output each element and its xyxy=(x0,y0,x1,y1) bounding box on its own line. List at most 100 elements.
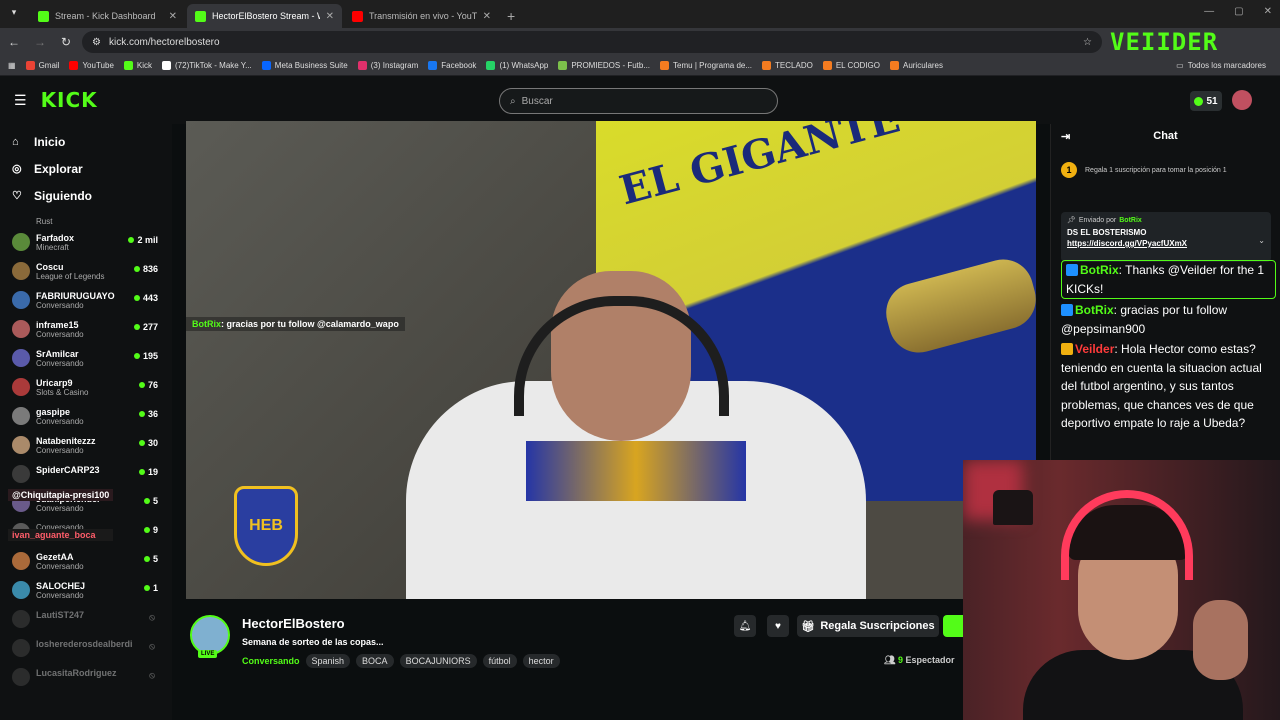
bookmark-label: TECLADO xyxy=(775,61,813,70)
tab-search-icon[interactable]: ▾ xyxy=(6,7,22,23)
offline-icon: ⦸ xyxy=(149,612,155,622)
sidebar-channel[interactable]: SrAmilcar Conversando 195 xyxy=(0,345,172,374)
tab-hectorelbostero[interactable]: HectorElBostero Stream - W ✕ xyxy=(187,4,342,28)
bookmark-temu[interactable]: Temu | Programa de... xyxy=(660,61,752,70)
all-bookmarks[interactable]: ▭ Todos los marcadores xyxy=(1176,61,1266,70)
folder-icon xyxy=(889,61,899,70)
url-text: kick.com/hectorelbostero xyxy=(108,36,220,48)
menu-icon[interactable]: ☰ xyxy=(14,92,27,109)
sidebar-item-siguiendo[interactable]: ♡ Siguiendo xyxy=(0,182,172,209)
channel-viewers: ⦸ xyxy=(149,612,158,623)
channel-category: Rust xyxy=(36,217,53,226)
sidebar-channel[interactable]: gaspipe Conversando 36 xyxy=(0,403,172,432)
chevron-down-icon[interactable]: ⌄ xyxy=(1258,236,1265,245)
streamer-name[interactable]: HectorElBostero xyxy=(242,616,345,631)
sidebar-channel[interactable]: FABRIURUGUAYO Conversando 443 xyxy=(0,287,172,316)
tab-kick-dashboard[interactable]: Stream - Kick Dashboard ✕ xyxy=(30,4,185,28)
minimize-icon[interactable]: — xyxy=(1204,6,1214,17)
forward-icon[interactable]: → xyxy=(28,35,52,49)
sidebar-channel[interactable]: SALOCHEJ Conversando 1 xyxy=(0,577,172,606)
window-controls: — ▢ ✕ xyxy=(1204,6,1272,17)
apps-icon[interactable]: ▦ xyxy=(8,61,16,70)
bookmark-kick[interactable]: Kick xyxy=(123,61,152,70)
tab-youtube[interactable]: Transmisión en vivo - YouTube ✕ xyxy=(344,4,499,28)
bell-icon[interactable]: 🔔︎ xyxy=(734,615,756,637)
overlay-username: @Chiquitapia-presi100 xyxy=(8,489,114,501)
heart-icon[interactable]: ♥ xyxy=(767,615,789,637)
bookmark-el-codigo[interactable]: EL CODIGO xyxy=(822,61,880,70)
chat-username[interactable]: BotRix xyxy=(1075,303,1114,317)
tag[interactable]: fútbol xyxy=(482,654,517,668)
reload-icon[interactable]: ↻ xyxy=(54,35,78,49)
bookmark-teclado[interactable]: TECLADO xyxy=(762,61,813,70)
tag[interactable]: BOCA xyxy=(356,654,394,668)
address-bar[interactable]: ⚙ kick.com/hectorelbostero ☆ xyxy=(82,31,1102,53)
live-dot-icon xyxy=(133,353,140,359)
channel-viewers: ⦸ xyxy=(149,641,158,652)
close-window-icon[interactable]: ✕ xyxy=(1264,6,1272,17)
sidebar-item-explorar[interactable]: ◎ Explorar xyxy=(0,155,172,182)
jersey-stripe xyxy=(526,441,746,501)
pinned-link[interactable]: https://discord.gg/VPyacfUXmX xyxy=(1067,239,1265,248)
bookmark-gmail[interactable]: Gmail xyxy=(25,61,59,70)
avatar xyxy=(12,349,30,367)
avatar xyxy=(12,320,30,338)
sub-leaderboard[interactable]: 1 Regala 1 suscripción para tomar la pos… xyxy=(1061,154,1270,186)
overlay-usernames: @Chiquitapia-presi100 ivan_aguante_boca xyxy=(8,485,114,565)
new-tab-button[interactable]: + xyxy=(499,8,523,28)
site-info-icon[interactable]: ⚙ xyxy=(92,37,101,48)
search-input[interactable]: ⌕ Buscar xyxy=(499,88,778,114)
close-icon[interactable]: ✕ xyxy=(326,11,334,22)
bookmark-tiktok[interactable]: (72)TikTok - Make Y... xyxy=(162,61,252,70)
sidebar-channel[interactable]: Uricarp9 Slots & Casino 76 xyxy=(0,374,172,403)
pinned-message[interactable]: 📌︎ Enviado por BotRix DS EL BOSTERISMO htt… xyxy=(1061,212,1271,262)
bookmark-youtube[interactable]: YouTube xyxy=(69,61,114,70)
bookmark-meta[interactable]: Meta Business Suite xyxy=(261,61,348,70)
sidebar-channel[interactable]: losherederosdealberdi ⦸ xyxy=(0,635,172,664)
sidebar-channel[interactable]: Natabenitezzz Conversando 30 xyxy=(0,432,172,461)
close-icon[interactable]: ✕ xyxy=(169,11,177,22)
headphones xyxy=(1061,490,1193,580)
sidebar-channel[interactable]: LucasitaRodriguez ⦸ xyxy=(0,664,172,693)
chat-username[interactable]: BotRix xyxy=(1080,263,1119,277)
avatar xyxy=(12,465,30,483)
kick-logo[interactable]: KICK xyxy=(41,88,98,112)
channel-viewers: 836 xyxy=(133,264,158,274)
home-icon: ⌂ xyxy=(12,135,19,148)
bookmark-promiedos[interactable]: PROMIEDOS - Futb... xyxy=(558,61,650,70)
tag[interactable]: Spanish xyxy=(305,654,351,668)
bookmark-auriculares[interactable]: Auriculares xyxy=(889,61,943,70)
gift-subs-button[interactable]: 🎁︎ Regala Suscripciones xyxy=(797,615,939,637)
sidebar-channel[interactable]: LautiST247 ⦸ xyxy=(0,606,172,635)
bookmark-facebook[interactable]: Facebook xyxy=(428,61,476,70)
chat-username[interactable]: Veilder xyxy=(1075,342,1114,356)
nav-bar: ← → ↻ ⚙ kick.com/hectorelbostero ☆ xyxy=(0,28,1280,56)
avatar[interactable] xyxy=(190,615,230,655)
kicks-balance[interactable]: 51 xyxy=(1190,91,1222,111)
channel-viewers: 9 xyxy=(143,525,158,535)
bookmark-instagram[interactable]: (3) Instagram xyxy=(357,61,418,70)
subscribe-button[interactable] xyxy=(943,615,963,637)
collapse-chat-icon[interactable]: ⇥ xyxy=(1061,130,1070,143)
sidebar-channel[interactable]: Farfadox Minecraft 2 mil xyxy=(0,229,172,258)
chat-panel: ⇥ Chat 1 Regala 1 suscripción para tomar… xyxy=(1050,124,1280,462)
avatar[interactable] xyxy=(1232,90,1252,110)
sidebar-channel[interactable]: Coscu League of Legends 836 xyxy=(0,258,172,287)
sidebar-channel[interactable]: inframe15 Conversando 277 xyxy=(0,316,172,345)
meta-icon xyxy=(261,61,271,70)
tag[interactable]: hector xyxy=(522,654,560,668)
live-dot-icon xyxy=(143,527,150,533)
stream-category[interactable]: Conversando xyxy=(242,656,300,666)
folder-icon xyxy=(660,61,670,70)
maximize-icon[interactable]: ▢ xyxy=(1234,6,1243,17)
back-icon[interactable]: ← xyxy=(2,35,26,49)
bookmark-star-icon[interactable]: ☆ xyxy=(1083,37,1092,48)
tag[interactable]: BOCAJUNIORS xyxy=(399,654,477,668)
bookmark-whatsapp[interactable]: (1) WhatsApp xyxy=(486,61,548,70)
live-dot-icon xyxy=(138,382,145,388)
close-icon[interactable]: ✕ xyxy=(483,11,491,22)
kick-header: ☰ KICK ⌕ Buscar 51 xyxy=(0,76,1280,124)
sidebar-item-inicio[interactable]: ⌂ Inicio xyxy=(0,128,172,155)
video-player[interactable]: EL GIGANTE BotRix: gracias por tu follow… xyxy=(186,121,1036,599)
offline-icon: ⦸ xyxy=(149,670,155,680)
